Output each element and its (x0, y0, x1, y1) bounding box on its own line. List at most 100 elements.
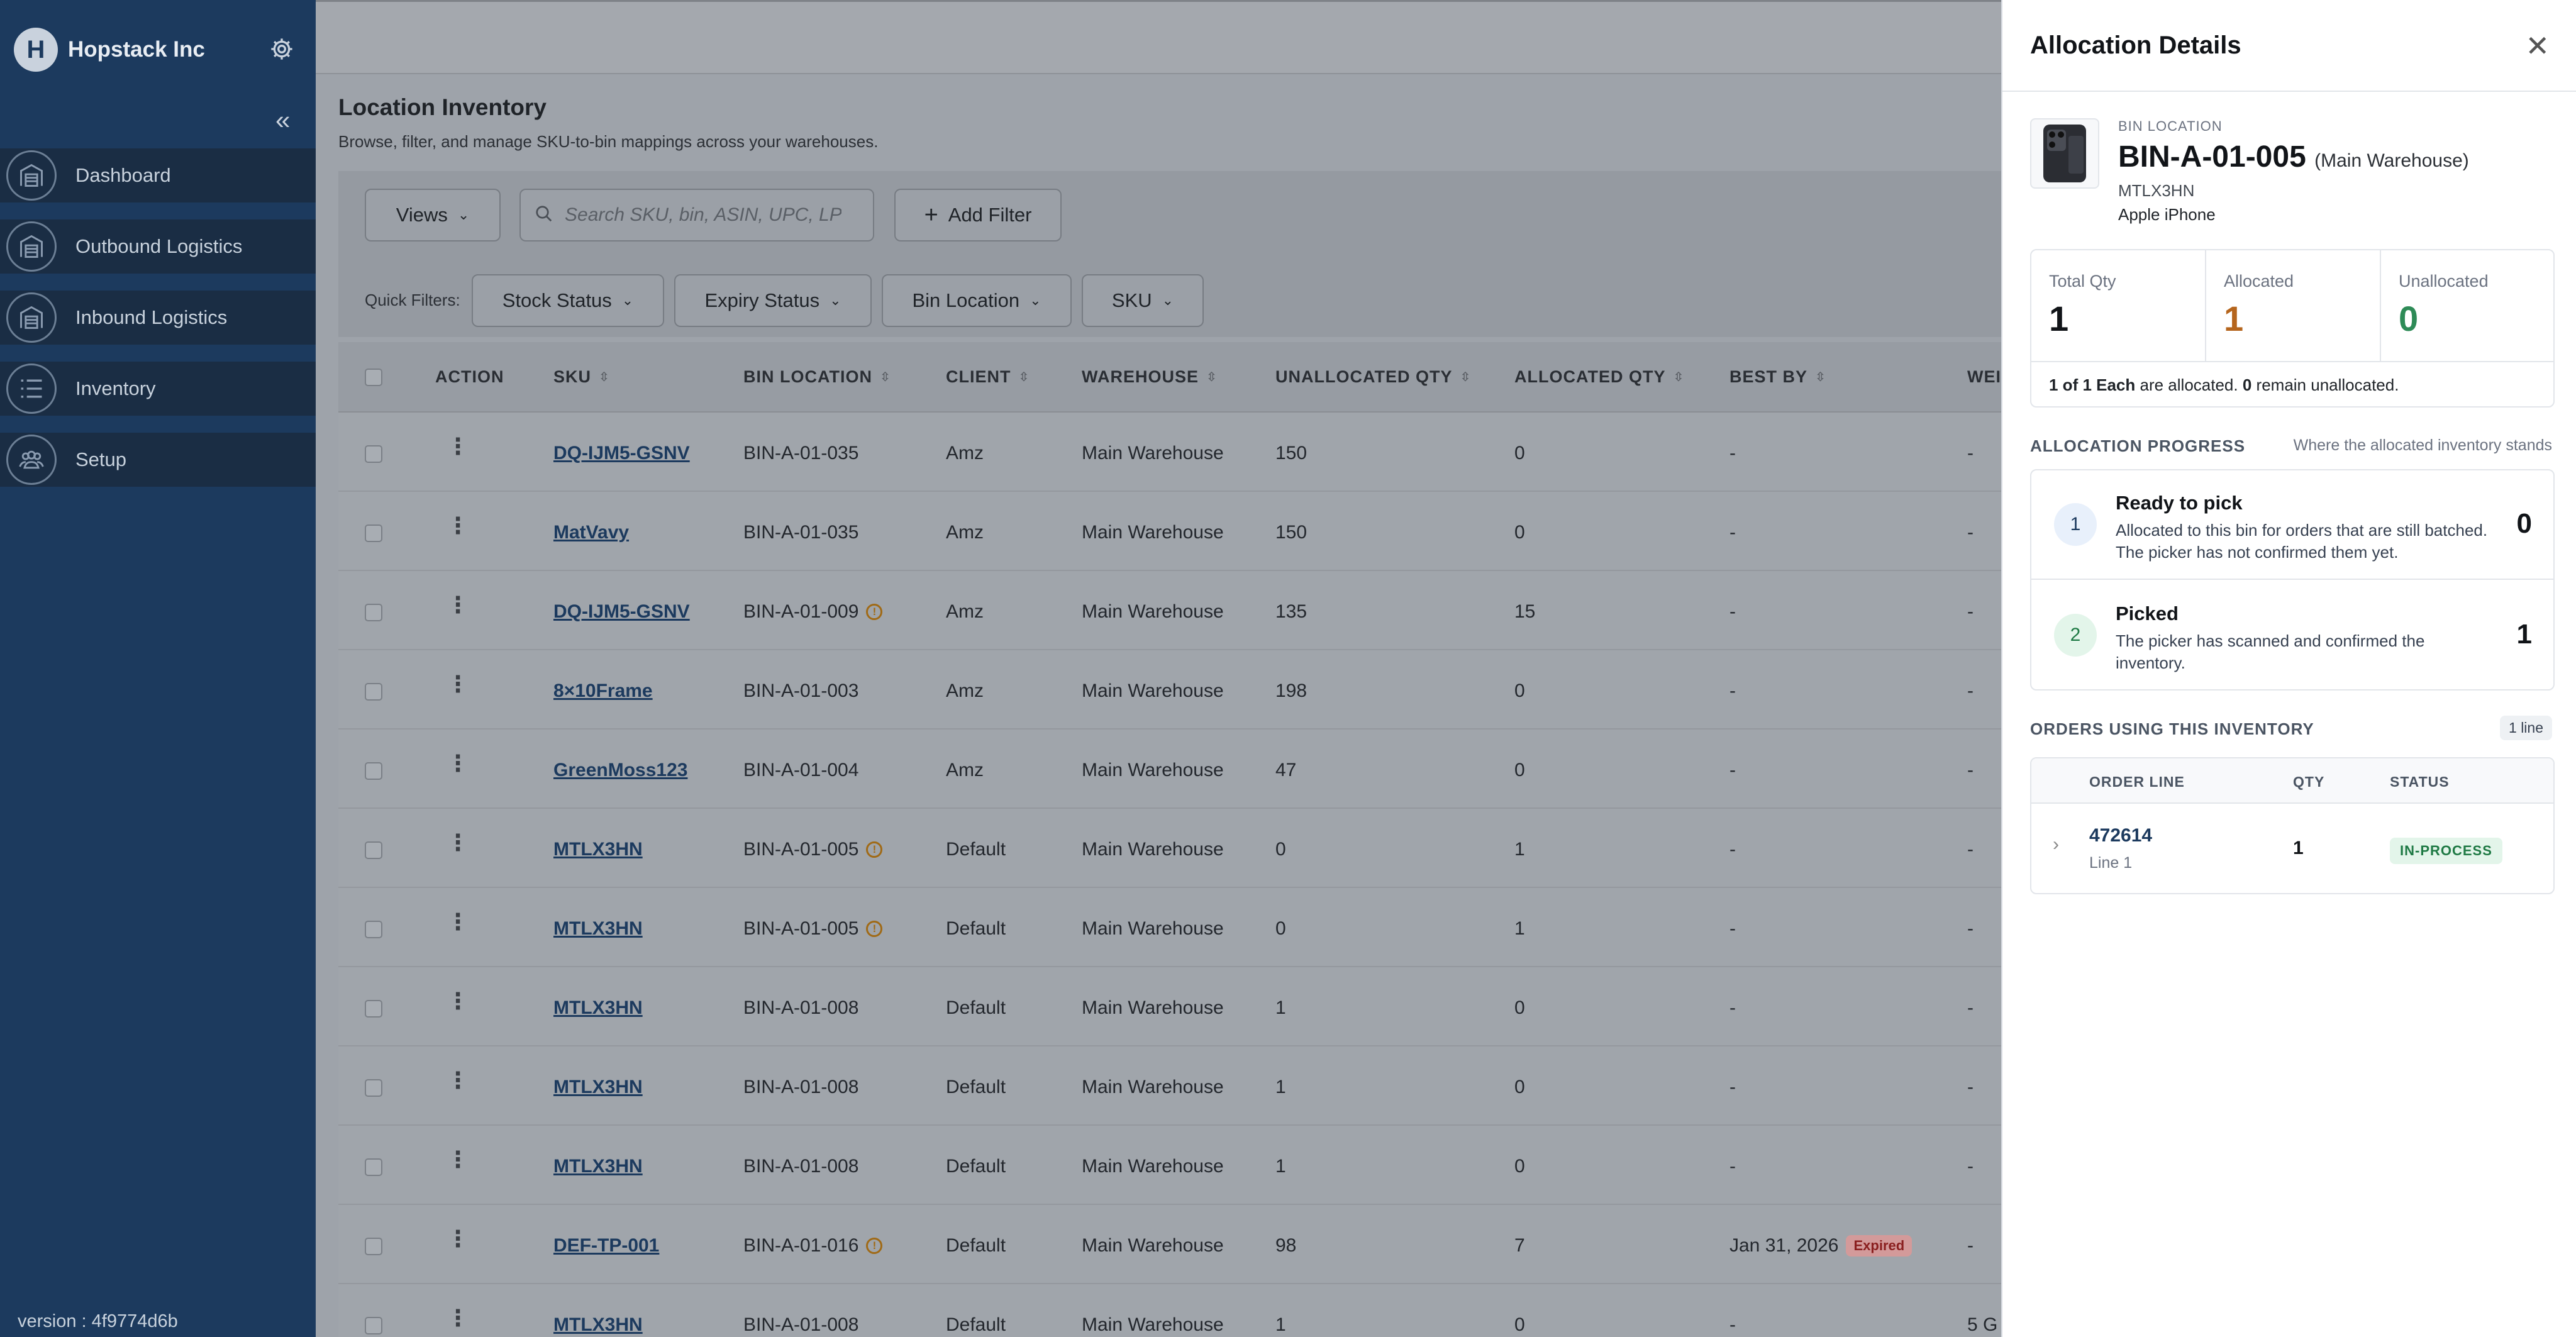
unallocated-qty-cell: 135 (1275, 601, 1307, 622)
search-icon (535, 204, 553, 226)
more-actions-icon[interactable]: ⋮ (447, 752, 469, 775)
row-checkbox[interactable] (365, 921, 382, 938)
chevron-down-icon: ⌄ (830, 292, 841, 308)
search-box[interactable] (519, 189, 874, 241)
step-description: Allocated to this bin for orders that ar… (2116, 521, 2488, 562)
stat-value: 0 (2399, 299, 2419, 338)
row-checkbox[interactable] (365, 841, 382, 859)
row-checkbox[interactable] (365, 762, 382, 780)
brand[interactable]: H Hopstack Inc (14, 28, 205, 72)
quick-filter-bin-location[interactable]: Bin Location ⌄ (882, 274, 1072, 327)
sku-link[interactable]: MTLX3HN (553, 997, 643, 1019)
best-by-cell: - (1729, 1314, 1736, 1335)
close-icon[interactable]: ✕ (2525, 31, 2550, 60)
table-row[interactable]: ⋮ DEF-TP-001 BIN-A-01-016! Default Main … (338, 1205, 2011, 1284)
table-row[interactable]: ⋮ MatVavy BIN-A-01-035 Amz Main Warehous… (338, 492, 2011, 571)
row-checkbox[interactable] (365, 1079, 382, 1097)
warehouse-cell: Main Warehouse (1082, 1314, 1224, 1335)
sku-link[interactable]: DQ-IJM5-GSNV (553, 443, 690, 464)
sidebar-item-inventory[interactable]: Inventory (0, 362, 316, 416)
sku-link[interactable]: MTLX3HN (553, 1314, 643, 1336)
quick-filter-label: Bin Location (912, 289, 1020, 311)
sidebar-item-setup[interactable]: Setup (0, 433, 316, 487)
sku-link[interactable]: DQ-IJM5-GSNV (553, 601, 690, 623)
more-actions-icon[interactable]: ⋮ (447, 1148, 469, 1171)
warning-icon: ! (866, 604, 883, 620)
unallocated-qty-cell: 1 (1275, 1156, 1286, 1177)
row-checkbox[interactable] (365, 604, 382, 621)
allocated-qty-cell: 7 (1514, 1235, 1525, 1256)
warehouse-cell: Main Warehouse (1082, 760, 1224, 780)
col-warehouse[interactable]: WAREHOUSE ⇳ (1082, 367, 1218, 387)
table-row[interactable]: ⋮ 8×10Frame BIN-A-01-003 Amz Main Wareho… (338, 650, 2011, 730)
row-checkbox[interactable] (365, 1158, 382, 1176)
step-description: The picker has scanned and confirmed the… (2116, 631, 2425, 673)
more-actions-icon[interactable]: ⋮ (447, 990, 469, 1012)
col-unallocated-qty[interactable]: UNALLOCATED QTY ⇳ (1275, 367, 1471, 387)
order-number[interactable]: 472614 (2089, 825, 2152, 846)
sku-link[interactable]: MTLX3HN (553, 839, 643, 860)
gear-icon[interactable] (269, 36, 294, 65)
sku-link[interactable]: 8×10Frame (553, 680, 653, 702)
plus-icon: + (924, 202, 938, 228)
sku-link[interactable]: GreenMoss123 (553, 760, 687, 781)
more-actions-icon[interactable]: ⋮ (447, 911, 469, 933)
col-bin-location[interactable]: BIN LOCATION ⇳ (743, 367, 891, 387)
orders-header: ORDER LINE QTY STATUS (2031, 758, 2553, 804)
col-allocated-qty[interactable]: ALLOCATED QTY ⇳ (1514, 367, 1684, 387)
col-best-by[interactable]: BEST BY ⇳ (1729, 367, 1826, 387)
sku-link[interactable]: MTLX3HN (553, 1156, 643, 1177)
row-checkbox[interactable] (365, 1317, 382, 1334)
views-button[interactable]: Views ⌄ (365, 189, 501, 241)
warehouse-cell: Main Warehouse (1082, 443, 1224, 463)
table-row[interactable]: ⋮ GreenMoss123 BIN-A-01-004 Amz Main War… (338, 730, 2011, 809)
more-actions-icon[interactable]: ⋮ (447, 673, 469, 696)
bin-location-cell: BIN-A-01-004 (743, 760, 859, 780)
more-actions-icon[interactable]: ⋮ (447, 1307, 469, 1329)
sku-link[interactable]: DEF-TP-001 (553, 1235, 659, 1257)
more-actions-icon[interactable]: ⋮ (447, 514, 469, 537)
sidebar-item-dashboard[interactable]: Dashboard (0, 148, 316, 202)
col-client[interactable]: CLIENT ⇳ (946, 367, 1030, 387)
row-checkbox[interactable] (365, 524, 382, 542)
quick-filter-stock-status[interactable]: Stock Status ⌄ (472, 274, 664, 327)
search-input[interactable] (565, 204, 841, 226)
sku-link[interactable]: MTLX3HN (553, 918, 643, 940)
bin-location-cell: BIN-A-01-005! (743, 918, 883, 940)
allocated-qty-cell: 0 (1514, 1077, 1525, 1097)
more-actions-icon[interactable]: ⋮ (447, 1228, 469, 1250)
row-checkbox[interactable] (365, 683, 382, 701)
quick-filter-expiry-status[interactable]: Expiry Status ⌄ (674, 274, 872, 327)
col-sku[interactable]: SKU ⇳ (553, 367, 610, 387)
more-actions-icon[interactable]: ⋮ (447, 831, 469, 854)
more-actions-icon[interactable]: ⋮ (447, 1069, 469, 1092)
table-row[interactable]: ⋮ MTLX3HN BIN-A-01-008 Default Main Ware… (338, 1126, 2011, 1205)
table-row[interactable]: ⋮ MTLX3HN BIN-A-01-008 Default Main Ware… (338, 967, 2011, 1046)
table-row[interactable]: ⋮ DQ-IJM5-GSNV BIN-A-01-035 Amz Main War… (338, 413, 2011, 492)
weight-cell: - (1967, 997, 1974, 1018)
sidebar-item-inbound[interactable]: Inbound Logistics (0, 291, 316, 345)
select-all-checkbox[interactable] (365, 369, 382, 386)
collapse-sidebar-icon[interactable]: « (275, 107, 290, 133)
table-row[interactable]: ⋮ MTLX3HN BIN-A-01-005! Default Main War… (338, 888, 2011, 967)
quick-filter-sku[interactable]: SKU ⌄ (1082, 274, 1204, 327)
row-checkbox[interactable] (365, 1238, 382, 1255)
order-row[interactable]: › 472614 Line 1 1 IN-PROCESS (2031, 804, 2553, 893)
table-row[interactable]: ⋮ MTLX3HN BIN-A-01-005! Default Main War… (338, 809, 2011, 888)
more-actions-icon[interactable]: ⋮ (447, 594, 469, 616)
allocation-progress-title: ALLOCATION PROGRESS (2030, 436, 2246, 455)
table-row[interactable]: ⋮ DQ-IJM5-GSNV BIN-A-01-009! Amz Main Wa… (338, 571, 2011, 650)
row-checkbox[interactable] (365, 1000, 382, 1018)
sku-link[interactable]: MTLX3HN (553, 1077, 643, 1098)
table-row[interactable]: ⋮ MTLX3HN BIN-A-01-008 Default Main Ware… (338, 1046, 2011, 1126)
add-filter-button[interactable]: + Add Filter (894, 189, 1062, 241)
sidebar-item-outbound[interactable]: Outbound Logistics (0, 219, 316, 274)
more-actions-icon[interactable]: ⋮ (447, 435, 469, 458)
sku-link[interactable]: MatVavy (553, 522, 629, 543)
weight-cell: - (1967, 918, 1974, 939)
brand-name: Hopstack Inc (68, 37, 205, 62)
row-checkbox[interactable] (365, 445, 382, 463)
table-row[interactable]: ⋮ MTLX3HN BIN-A-01-008 Default Main Ware… (338, 1284, 2011, 1337)
chevron-right-icon[interactable]: › (2053, 834, 2059, 855)
status-badge: IN-PROCESS (2390, 838, 2502, 864)
